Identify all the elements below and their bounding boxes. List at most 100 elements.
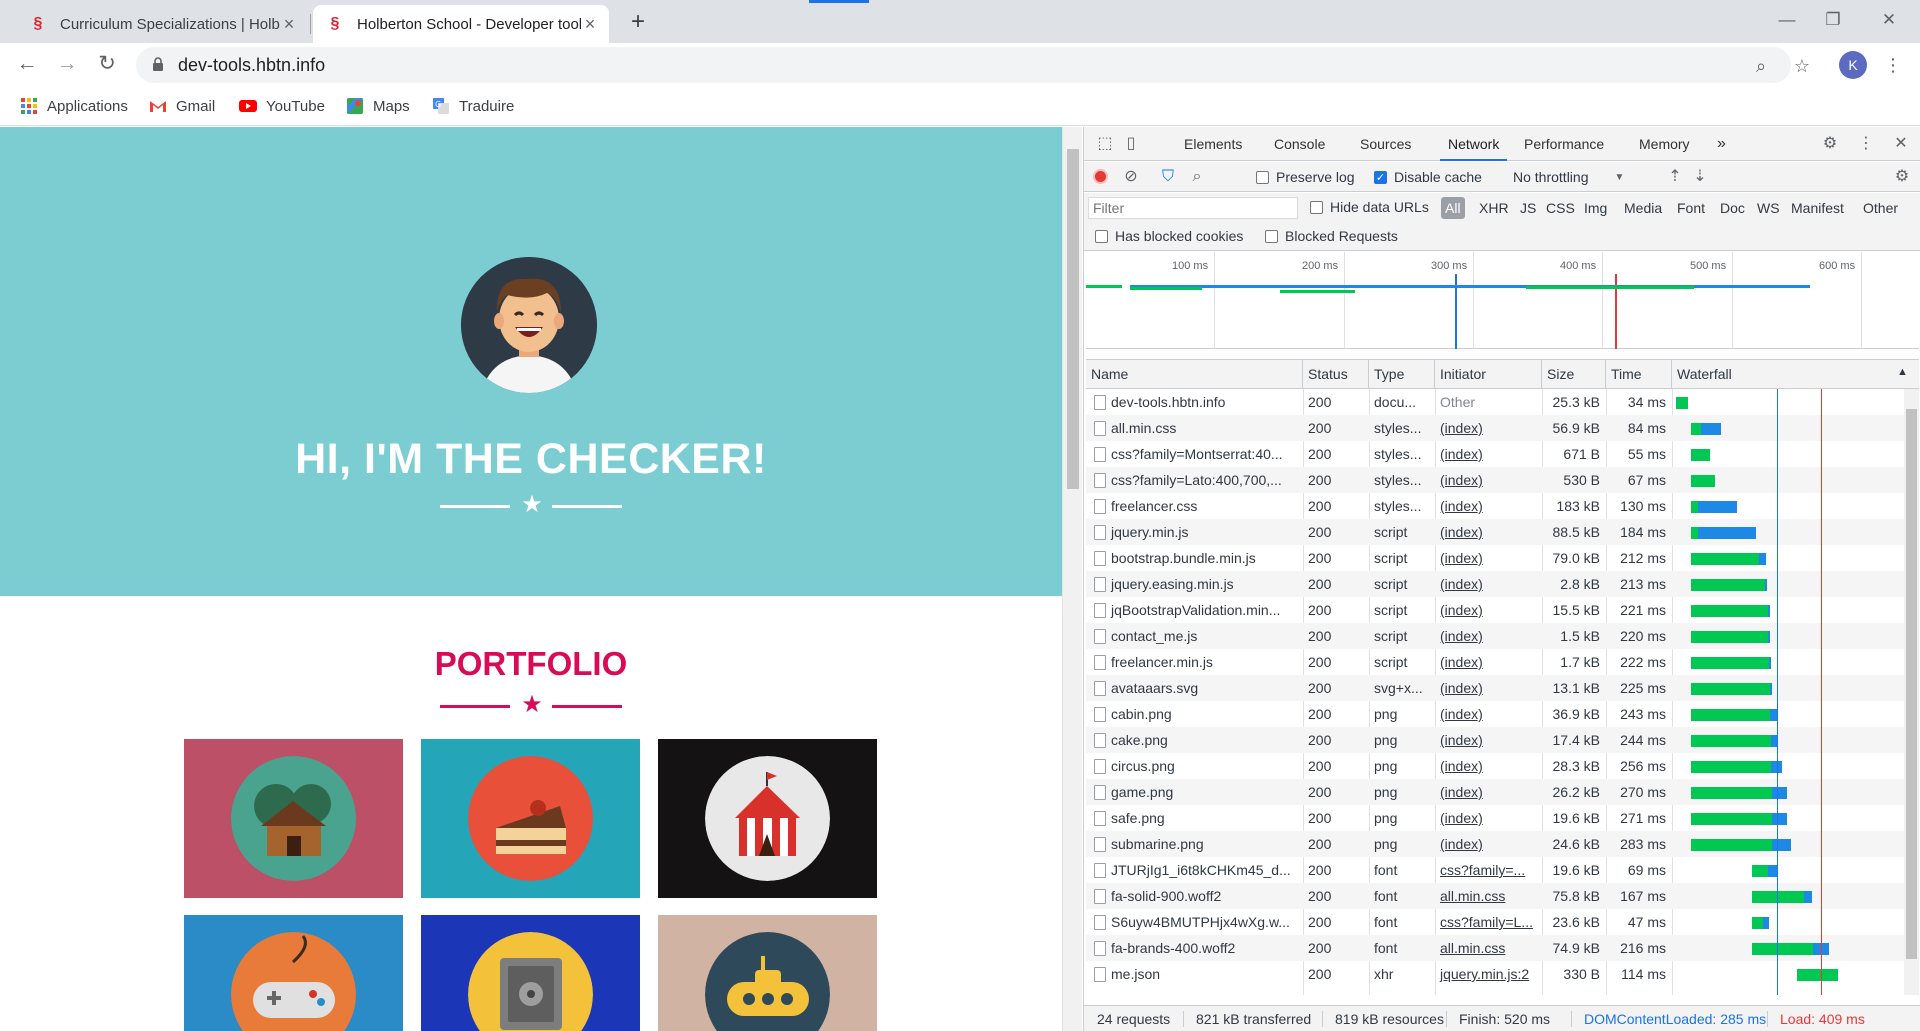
request-initiator[interactable]: (index) — [1435, 545, 1542, 571]
request-row[interactable]: css?family=Montserrat:40... 200 styles... (… — [1086, 441, 1919, 467]
has-blocked-cookies-checkbox[interactable]: Has blocked cookies — [1095, 228, 1243, 244]
page-scrollbar-thumb[interactable] — [1067, 149, 1079, 489]
request-row[interactable]: circus.png 200 png (index) 28.3 kB 256 ms — [1086, 753, 1919, 779]
request-initiator[interactable]: all.min.css — [1435, 883, 1542, 909]
close-tab-icon[interactable]: × — [581, 14, 599, 35]
column-header-type[interactable]: Type — [1369, 360, 1435, 389]
request-row[interactable]: cabin.png 200 png (index) 36.9 kB 243 ms — [1086, 701, 1919, 727]
filter-input[interactable] — [1088, 197, 1298, 219]
devtools-tab-network[interactable]: Network — [1440, 127, 1508, 161]
inspect-element-icon[interactable]: ⬚ — [1094, 133, 1116, 155]
column-header-initiator[interactable]: Initiator — [1435, 360, 1542, 389]
throttling-select[interactable]: No throttling ▼ — [1513, 169, 1624, 185]
devtools-tab-elements[interactable]: Elements — [1184, 127, 1242, 161]
preserve-log-checkbox[interactable]: Preserve log — [1256, 169, 1355, 185]
request-initiator[interactable]: (index) — [1435, 701, 1542, 727]
clear-icon[interactable]: ⊘ — [1120, 166, 1142, 188]
type-filter-font[interactable]: Font — [1677, 197, 1705, 219]
portfolio-item-circus[interactable] — [658, 739, 877, 898]
request-initiator[interactable]: (index) — [1435, 779, 1542, 805]
portfolio-item-cabin[interactable] — [184, 739, 403, 898]
close-window-button[interactable]: ✕ — [1866, 4, 1912, 36]
portfolio-item-cake[interactable] — [421, 739, 640, 898]
request-row[interactable]: dev-tools.hbtn.info 200 docu... Other 25.3 k… — [1086, 389, 1919, 415]
request-initiator[interactable]: (index) — [1435, 493, 1542, 519]
request-initiator[interactable]: all.min.css — [1435, 935, 1542, 961]
settings-gear-icon[interactable]: ⚙ — [1819, 133, 1841, 155]
type-filter-ws[interactable]: WS — [1757, 197, 1780, 219]
request-initiator[interactable]: (index) — [1435, 571, 1542, 597]
request-row[interactable]: jquery.easing.min.js 200 script (index) 2.8 … — [1086, 571, 1919, 597]
column-header-size[interactable]: Size — [1542, 360, 1606, 389]
checkbox-box[interactable]: ✓ — [1374, 170, 1387, 184]
search-icon[interactable]: ⌕ — [1186, 166, 1208, 188]
requests-scrollbar[interactable] — [1904, 389, 1919, 995]
request-row[interactable]: bootstrap.bundle.min.js 200 script (index) 7… — [1086, 545, 1919, 571]
request-initiator[interactable]: (index) — [1435, 597, 1542, 623]
blocked-requests-checkbox[interactable]: Blocked Requests — [1265, 228, 1398, 244]
export-har-icon[interactable]: ⇣ — [1689, 166, 1711, 188]
request-initiator[interactable]: css?family=... — [1435, 857, 1542, 883]
type-filter-js[interactable]: JS — [1520, 197, 1536, 219]
request-initiator[interactable]: jquery.min.js:2 — [1435, 961, 1542, 987]
request-initiator[interactable]: (index) — [1435, 753, 1542, 779]
disable-cache-checkbox[interactable]: ✓ Disable cache — [1374, 169, 1482, 185]
type-filter-all[interactable]: All — [1441, 197, 1465, 219]
bookmark-traduire[interactable]: G Traduire — [432, 94, 514, 118]
portfolio-item-safe[interactable] — [421, 915, 640, 1031]
request-row[interactable]: all.min.css 200 styles... (index) 56.9 kB 84 … — [1086, 415, 1919, 441]
device-toolbar-icon[interactable]: ▯ — [1120, 133, 1142, 155]
checkbox-box[interactable] — [1265, 229, 1278, 243]
request-row[interactable]: contact_me.js 200 script (index) 1.5 kB 220 m… — [1086, 623, 1919, 649]
type-filter-doc[interactable]: Doc — [1720, 197, 1745, 219]
requests-scrollbar-thumb[interactable] — [1906, 409, 1917, 959]
request-row[interactable]: S6uyw4BMUTPHjx4wXg.w... 200 font css?family… — [1086, 909, 1919, 935]
request-initiator[interactable]: (index) — [1435, 467, 1542, 493]
tab-holberton-devtools[interactable]: § Holberton School - Developer tools × — [313, 5, 609, 43]
url-text[interactable]: dev-tools.hbtn.info — [178, 55, 325, 76]
bookmark-gmail[interactable]: Gmail — [149, 94, 215, 118]
new-tab-button[interactable]: + — [624, 9, 652, 37]
request-initiator[interactable]: (index) — [1435, 727, 1542, 753]
request-row[interactable]: jquery.min.js 200 script (index) 88.5 kB 184 … — [1086, 519, 1919, 545]
portfolio-item-submarine[interactable] — [658, 915, 877, 1031]
request-initiator[interactable]: (index) — [1435, 519, 1542, 545]
request-row[interactable]: fa-brands-400.woff2 200 font all.min.css 74.… — [1086, 935, 1919, 961]
devtools-tab-sources[interactable]: Sources — [1360, 127, 1411, 161]
request-initiator[interactable]: (index) — [1435, 675, 1542, 701]
request-row[interactable]: freelancer.css 200 styles... (index) 183 kB 1… — [1086, 493, 1919, 519]
network-settings-gear-icon[interactable]: ⚙ — [1891, 166, 1913, 188]
address-bar[interactable]: dev-tools.hbtn.info — [136, 47, 1791, 83]
request-row[interactable]: safe.png 200 png (index) 19.6 kB 271 ms — [1086, 805, 1919, 831]
devtools-menu-icon[interactable]: ⋮ — [1855, 133, 1877, 155]
column-header-status[interactable]: Status — [1303, 360, 1369, 389]
bookmark-maps[interactable]: Maps — [346, 94, 410, 118]
request-row[interactable]: jqBootstrapValidation.min... 200 script (in… — [1086, 597, 1919, 623]
close-devtools-icon[interactable]: ✕ — [1890, 133, 1912, 155]
sort-ascending-icon[interactable]: ▲ — [1897, 366, 1908, 378]
request-initiator[interactable]: (index) — [1435, 805, 1542, 831]
import-har-icon[interactable]: ⇡ — [1664, 166, 1686, 188]
filter-icon[interactable]: ⛉ — [1157, 166, 1179, 188]
column-header-name[interactable]: Name — [1086, 360, 1303, 389]
restore-button[interactable]: ❐ — [1810, 4, 1856, 36]
request-initiator[interactable]: (index) — [1435, 649, 1542, 675]
column-header-waterfall[interactable]: Waterfall — [1672, 360, 1919, 389]
request-initiator[interactable]: css?family=L... — [1435, 909, 1542, 935]
request-initiator[interactable]: (index) — [1435, 623, 1542, 649]
request-initiator[interactable]: (index) — [1435, 831, 1542, 857]
bookmark-applications[interactable]: Applications — [20, 94, 128, 118]
request-row[interactable]: cake.png 200 png (index) 17.4 kB 244 ms — [1086, 727, 1919, 753]
request-initiator[interactable]: (index) — [1435, 441, 1542, 467]
type-filter-img[interactable]: Img — [1584, 197, 1607, 219]
type-filter-media[interactable]: Media — [1624, 197, 1662, 219]
request-row[interactable]: JTURjIg1_i6t8kCHKm45_d... 200 font css?fami… — [1086, 857, 1919, 883]
request-row[interactable]: submarine.png 200 png (index) 24.6 kB 283 ms — [1086, 831, 1919, 857]
forward-button[interactable]: → — [52, 49, 82, 79]
checkbox-box[interactable] — [1095, 229, 1108, 243]
request-row[interactable]: me.json 200 xhr jquery.min.js:2 330 B 114 ms — [1086, 961, 1919, 987]
devtools-tab-memory[interactable]: Memory — [1639, 127, 1690, 161]
request-row[interactable]: fa-solid-900.woff2 200 font all.min.css 75.8… — [1086, 883, 1919, 909]
request-row[interactable]: freelancer.min.js 200 script (index) 1.7 kB 2… — [1086, 649, 1919, 675]
close-tab-icon[interactable]: × — [280, 14, 298, 35]
